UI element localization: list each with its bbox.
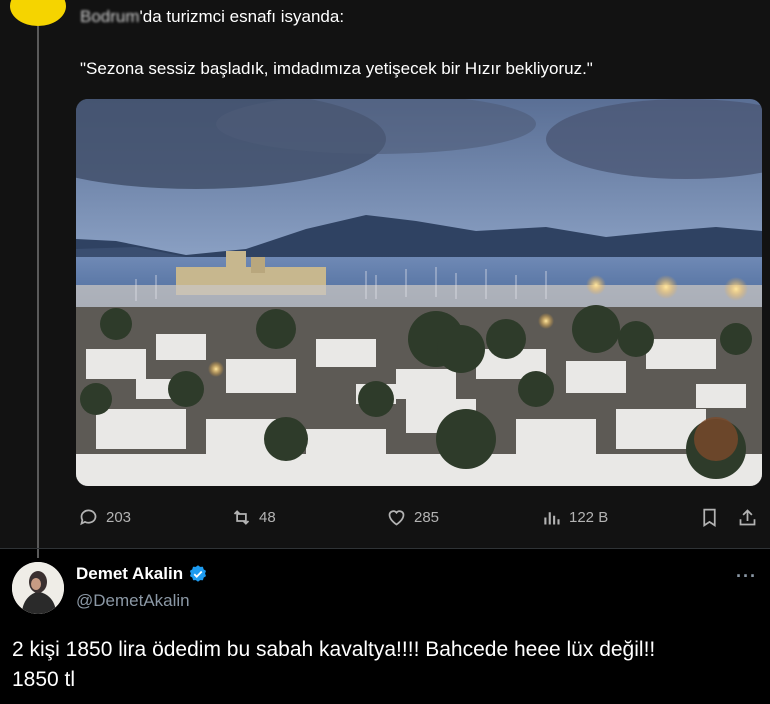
- heart-icon: [388, 509, 405, 526]
- reply-author[interactable]: Demet Akalin: [76, 564, 208, 584]
- verified-badge-icon: [189, 565, 207, 582]
- like-action[interactable]: 285: [386, 503, 439, 531]
- avatar[interactable]: [12, 562, 64, 614]
- like-count: 285: [414, 508, 440, 526]
- post-quote-text: "Sezona sessiz başladık, imdadımıza yeti…: [80, 59, 593, 78]
- thread-line: [37, 26, 39, 558]
- repost-icon: [233, 509, 250, 525]
- divider: [0, 548, 770, 549]
- views-action[interactable]: 122 B: [541, 503, 608, 531]
- poster-avatar[interactable]: [10, 0, 66, 26]
- bookmark-action[interactable]: [699, 503, 720, 531]
- reply-text-line: 1850 tl: [12, 668, 76, 691]
- repost-action[interactable]: 48: [231, 503, 276, 531]
- views-icon: [544, 511, 560, 524]
- share-icon: [739, 508, 756, 525]
- user-handle[interactable]: @DemetAkalin: [76, 591, 190, 611]
- post-header-rest: 'da turizmci esnafı isyanda:: [139, 7, 345, 26]
- display-name[interactable]: Demet Akalin: [76, 564, 183, 584]
- post-photo[interactable]: [76, 99, 762, 486]
- views-count: 122 B: [569, 508, 609, 526]
- reply-count: 203: [106, 508, 132, 526]
- post-header-text: Bodrum'da turizmci esnafı isyanda:: [80, 6, 740, 28]
- blurred-text: Bodrum: [80, 7, 140, 26]
- repost-count: 48: [259, 508, 276, 526]
- reply-icon: [80, 509, 97, 525]
- profile-photo-icon: [12, 562, 64, 614]
- reply-text-line: 2 kişi 1850 lira ödedim bu sabah kavalty…: [12, 638, 656, 661]
- post-actions: 203 48 285 122 B: [0, 503, 770, 531]
- reply-action[interactable]: 203: [78, 503, 131, 531]
- more-options-button[interactable]: ···: [736, 566, 757, 587]
- quoted-post[interactable]: Bodrum'da turizmci esnafı isyanda: "Sezo…: [0, 0, 770, 558]
- share-action[interactable]: [737, 503, 758, 531]
- reply-text: 2 kişi 1850 lira ödedim bu sabah kavalty…: [12, 635, 757, 695]
- bookmark-icon: [703, 508, 716, 527]
